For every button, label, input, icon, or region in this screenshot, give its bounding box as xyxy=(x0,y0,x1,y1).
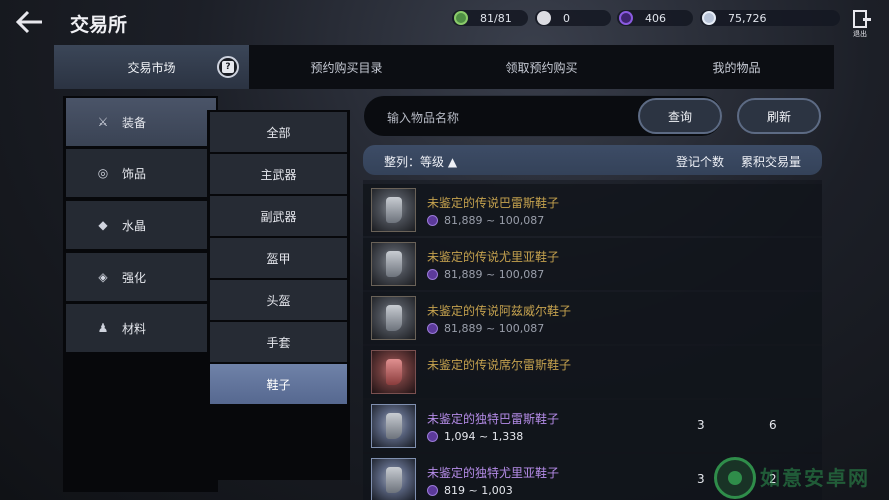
list-item[interactable]: 未鉴定的传说阿兹威尔鞋子 81,889 ~ 100,087 xyxy=(363,292,822,344)
silver-coin-icon xyxy=(702,11,716,25)
item-name: 未鉴定的独特巴雷斯鞋子 xyxy=(427,412,560,426)
crossed-swords-icon: ⚔ xyxy=(97,115,109,129)
list-item[interactable]: 未鉴定的传说巴雷斯鞋子 81,889 ~ 100,087 xyxy=(363,184,822,236)
ring-icon: ◎ xyxy=(97,166,109,180)
purple-orb-icon xyxy=(427,269,438,280)
tab-reserve-catalog[interactable]: 预约购买目录 xyxy=(249,45,444,89)
item-price-range: 81,889 ~ 100,087 xyxy=(444,268,545,281)
item-price-range: 819 ~ 1,003 xyxy=(444,484,513,497)
tab-label: 交易市场 xyxy=(127,60,176,75)
category-label: 水晶 xyxy=(122,218,147,233)
category-label: 材料 xyxy=(122,321,147,336)
white-pearl-icon xyxy=(537,11,551,25)
subcategory-helmet[interactable]: 头盔 xyxy=(210,280,347,320)
subcategory-shoes[interactable]: 鞋子 xyxy=(210,364,347,404)
query-button[interactable]: 查询 xyxy=(638,98,722,134)
crystal-icon: ◆ xyxy=(98,218,108,232)
exit-label: 退出 xyxy=(853,30,867,38)
purple-orb-icon xyxy=(427,485,438,496)
boots-item-icon xyxy=(371,296,416,340)
green-stamina-icon xyxy=(454,11,468,25)
item-price: 1,094 ~ 1,338 xyxy=(427,430,523,443)
item-name: 未鉴定的传说席尔雷斯鞋子 xyxy=(427,358,572,372)
category-label: 饰品 xyxy=(122,166,147,181)
watermark-logo-icon xyxy=(714,457,756,499)
category-enhance[interactable]: ◈ 强化 xyxy=(66,253,216,301)
category-crystal[interactable]: ◆ 水晶 xyxy=(66,201,216,249)
category-equipment[interactable]: ⚔ 装备 xyxy=(66,98,216,146)
tab-my-items[interactable]: 我的物品 xyxy=(639,45,834,89)
subcategory-main-weapon[interactable]: 主武器 xyxy=(210,154,347,194)
silver-counter: 75,726 xyxy=(700,10,840,26)
category-accessories[interactable]: ◎ 饰品 xyxy=(66,149,216,197)
exit-button[interactable]: 退出 xyxy=(850,10,871,40)
refresh-button[interactable]: 刷新 xyxy=(737,98,821,134)
orb-value: 406 xyxy=(645,11,666,25)
purple-orb-icon xyxy=(427,431,438,442)
item-price-range: 81,889 ~ 100,087 xyxy=(444,214,545,227)
search-placeholder: 输入物品名称 xyxy=(387,111,460,125)
list-item[interactable]: 未鉴定的传说席尔雷斯鞋子 xyxy=(363,346,822,398)
column-trade-volume[interactable]: 累积交易量 xyxy=(741,153,801,170)
back-arrow-icon[interactable] xyxy=(14,8,44,36)
item-name: 未鉴定的传说阿兹威尔鞋子 xyxy=(427,304,572,318)
subcategory-sub-weapon[interactable]: 副武器 xyxy=(210,196,347,236)
help-icon: ? xyxy=(222,61,234,73)
tab-claim-reservation[interactable]: 领取预约购买 xyxy=(444,45,639,89)
stamina-value: 81/81 xyxy=(480,11,512,25)
potion-icon: ♟ xyxy=(97,321,109,335)
enhance-icon: ◈ xyxy=(98,270,108,284)
item-price: 81,889 ~ 100,087 xyxy=(427,268,544,281)
sort-level-toggle[interactable]: 整列：等级 ▲ xyxy=(384,153,457,170)
tab-label: 领取预约购买 xyxy=(505,60,578,75)
item-price: 81,889 ~ 100,087 xyxy=(427,214,544,227)
item-price-range: 1,094 ~ 1,338 xyxy=(444,430,524,443)
item-price-range: 81,889 ~ 100,087 xyxy=(444,322,545,335)
pearl-value: 0 xyxy=(563,11,570,25)
boots-item-icon xyxy=(371,404,416,448)
item-name: 未鉴定的独特尤里亚鞋子 xyxy=(427,466,560,480)
item-registered-count: 3 xyxy=(697,418,705,432)
exit-door-icon xyxy=(853,10,871,28)
item-trade-volume: 6 xyxy=(769,418,777,432)
sort-bar: 整列：等级 ▲ 登记个数 累积交易量 xyxy=(363,145,822,175)
tab-trade-market[interactable]: 交易市场 ? xyxy=(54,45,249,89)
purple-orb-icon xyxy=(427,323,438,334)
boots-item-icon xyxy=(371,458,416,500)
pearl-counter: 0 xyxy=(535,10,611,26)
boots-item-icon xyxy=(371,188,416,232)
subcategory-armor[interactable]: 盔甲 xyxy=(210,238,347,278)
item-price: 81,889 ~ 100,087 xyxy=(427,322,544,335)
item-name: 未鉴定的传说巴雷斯鞋子 xyxy=(427,196,560,210)
tab-label: 我的物品 xyxy=(712,60,761,75)
watermark-text: 如意安卓网 xyxy=(760,466,870,490)
purple-orb-icon xyxy=(619,11,633,25)
page-title: 交易所 xyxy=(70,14,128,36)
boots-item-icon xyxy=(371,242,416,286)
silver-value: 75,726 xyxy=(728,11,767,25)
stamina-counter: 81/81 xyxy=(452,10,528,26)
boots-item-icon xyxy=(371,350,416,394)
item-registered-count: 3 xyxy=(697,472,705,486)
subcategory-gloves[interactable]: 手套 xyxy=(210,322,347,362)
category-materials[interactable]: ♟ 材料 xyxy=(66,304,216,352)
tab-label: 预约购买目录 xyxy=(310,60,383,75)
category-label: 强化 xyxy=(122,270,147,285)
list-item[interactable]: 未鉴定的传说尤里亚鞋子 81,889 ~ 100,087 xyxy=(363,238,822,290)
purple-orb-icon xyxy=(427,215,438,226)
main-tabs: 交易市场 ? 预约购买目录 领取预约购买 我的物品 xyxy=(54,45,834,89)
item-price: 819 ~ 1,003 xyxy=(427,484,513,497)
category-label: 装备 xyxy=(122,115,147,130)
top-bar: 交易所 81/81 0 406 75,726 退出 xyxy=(0,0,889,45)
item-name: 未鉴定的传说尤里亚鞋子 xyxy=(427,250,560,264)
subcategory-all[interactable]: 全部 xyxy=(210,112,347,152)
help-button[interactable]: ? xyxy=(217,56,239,78)
orb-counter: 406 xyxy=(617,10,693,26)
list-item[interactable]: 未鉴定的独特巴雷斯鞋子 1,094 ~ 1,338 3 6 xyxy=(363,400,822,452)
column-registered-count[interactable]: 登记个数 xyxy=(676,153,724,170)
